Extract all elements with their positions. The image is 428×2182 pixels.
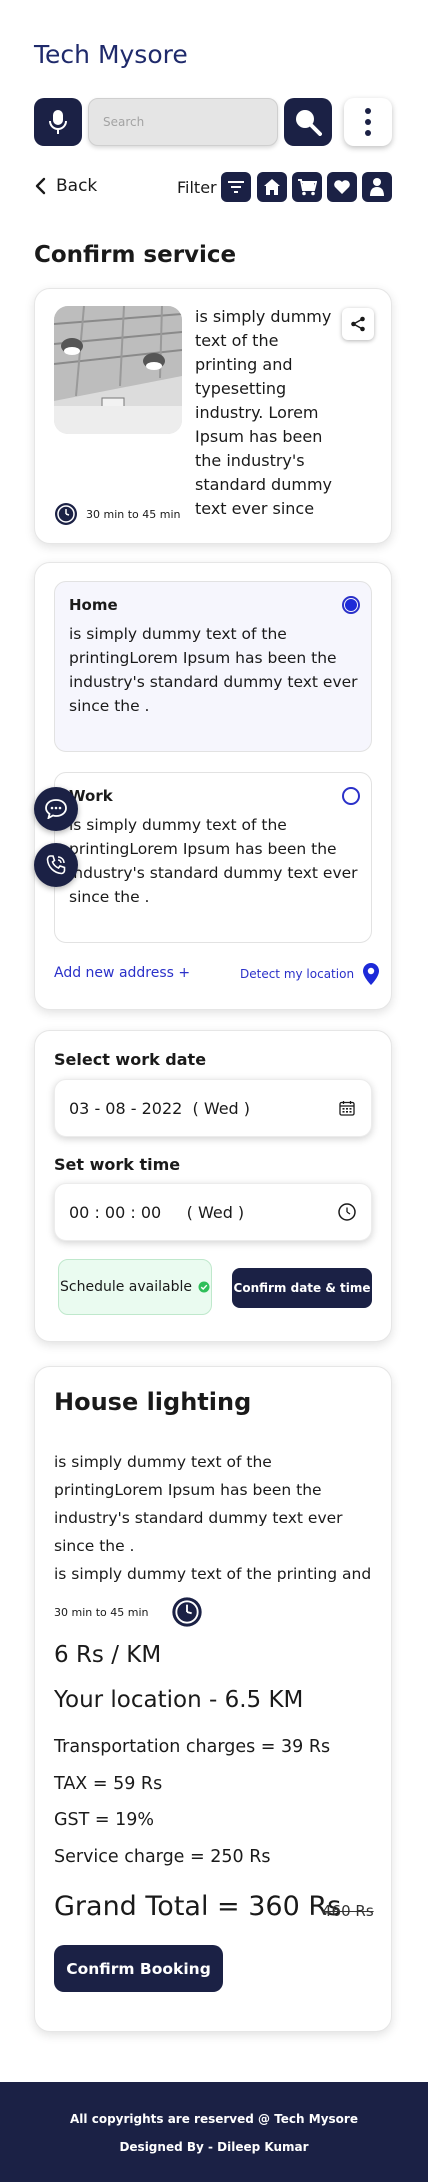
calendar-icon[interactable] <box>339 1100 355 1116</box>
mic-button[interactable] <box>34 98 82 146</box>
chat-button[interactable] <box>34 787 78 831</box>
original-price: 460 Rs <box>322 1902 374 1920</box>
add-new-address-link[interactable]: Add new address + <box>54 965 190 981</box>
share-button[interactable] <box>342 308 374 340</box>
user-icon <box>370 178 384 196</box>
confirm-date-time-button[interactable]: Confirm date & time <box>232 1268 372 1308</box>
phone-icon <box>46 855 66 875</box>
service-image <box>54 306 182 434</box>
filter-sliders-button[interactable] <box>221 172 251 202</box>
detect-location-label: Detect my location <box>240 967 355 981</box>
clock-icon <box>171 1597 202 1627</box>
more-dot-icon <box>365 130 371 136</box>
chevron-left-icon <box>35 177 46 195</box>
rate-per-km: 6 Rs / KM <box>54 1642 162 1668</box>
schedule-status: Schedule available <box>58 1259 212 1315</box>
filter-user-button[interactable] <box>362 172 392 202</box>
location-pin-icon <box>363 963 380 985</box>
chat-icon <box>45 799 67 819</box>
address-option-work[interactable]: Work is simply dummy text of the printin… <box>54 772 372 943</box>
filter-cart-button[interactable] <box>292 172 322 202</box>
detect-location-link[interactable]: Detect my location <box>240 962 380 986</box>
service-charge: Service charge = 250 Rs <box>54 1847 271 1867</box>
date-value: 03 - 08 - 2022 ( Wed ) <box>69 1098 251 1118</box>
brand-title: Tech Mysore <box>34 40 188 69</box>
check-circle-icon <box>198 1281 210 1293</box>
call-button[interactable] <box>34 843 78 887</box>
back-button[interactable]: Back <box>34 176 97 196</box>
your-location-distance: Your location - 6.5 KM <box>54 1687 304 1713</box>
microphone-icon <box>49 110 67 134</box>
address-home-title: Home <box>69 596 118 614</box>
service-description: is simply dummy text of the printing and… <box>195 307 332 518</box>
home-icon <box>264 179 280 195</box>
more-menu-button[interactable] <box>344 98 392 146</box>
more-dot-icon <box>365 119 371 125</box>
service-duration: 30 min to 45 min <box>54 502 181 526</box>
search-input[interactable] <box>103 115 277 129</box>
time-field[interactable]: 00 : 00 : 00 ( Wed ) <box>54 1183 372 1241</box>
service-duration-text: 30 min to 45 min <box>86 507 181 521</box>
filter-heart-button[interactable] <box>327 172 357 202</box>
summary-description: is simply dummy text of the printingLore… <box>54 1448 374 1588</box>
summary-description-2: is simply dummy text of the printing and <box>54 1565 372 1583</box>
schedule-status-text: Schedule available <box>60 1279 192 1295</box>
summary-title: House lighting <box>54 1388 252 1416</box>
more-dot-icon <box>365 108 371 114</box>
share-icon <box>351 316 365 332</box>
clock-outline-icon[interactable] <box>338 1203 356 1221</box>
search-field[interactable] <box>88 98 278 146</box>
time-value: 00 : 00 : 00 ( Wed ) <box>69 1202 245 1222</box>
page-title: Confirm service <box>34 242 237 268</box>
tax-amount: TAX = 59 Rs <box>54 1774 163 1794</box>
gst-rate: GST = 19% <box>54 1810 155 1830</box>
summary-duration-text: 30 min to 45 min <box>54 1605 149 1619</box>
address-home-text: is simply dummy text of the printingLore… <box>69 625 358 715</box>
address-home-radio[interactable] <box>342 596 360 614</box>
set-time-label: Set work time <box>54 1155 181 1174</box>
search-button[interactable] <box>284 98 332 146</box>
sliders-icon <box>228 181 244 193</box>
select-date-label: Select work date <box>54 1050 207 1069</box>
filter-label: Filter <box>177 178 217 197</box>
footer-designer: Designed By - Dileep Kumar <box>119 2140 309 2154</box>
clock-icon <box>55 503 77 525</box>
grand-total: Grand Total = 360 Rs <box>54 1891 342 1922</box>
transportation-charges: Transportation charges = 39 Rs <box>54 1737 331 1757</box>
address-work-radio[interactable] <box>342 787 360 805</box>
heart-icon <box>334 180 350 194</box>
cart-icon <box>298 179 317 196</box>
footer: All copyrights are reserved @ Tech Mysor… <box>0 2082 428 2182</box>
address-option-home[interactable]: Home is simply dummy text of the printin… <box>54 581 372 752</box>
back-label: Back <box>56 176 98 196</box>
address-work-text: is simply dummy text of the printingLore… <box>69 816 358 906</box>
filter-home-button[interactable] <box>257 172 287 202</box>
confirm-booking-button[interactable]: Confirm Booking <box>54 1945 223 1992</box>
summary-description-1: is simply dummy text of the printingLore… <box>54 1453 343 1555</box>
footer-copyright: All copyrights are reserved @ Tech Mysor… <box>70 2112 358 2126</box>
summary-duration: 30 min to 45 min <box>54 1596 203 1628</box>
search-icon <box>296 110 322 136</box>
date-field[interactable]: 03 - 08 - 2022 ( Wed ) <box>54 1079 372 1137</box>
